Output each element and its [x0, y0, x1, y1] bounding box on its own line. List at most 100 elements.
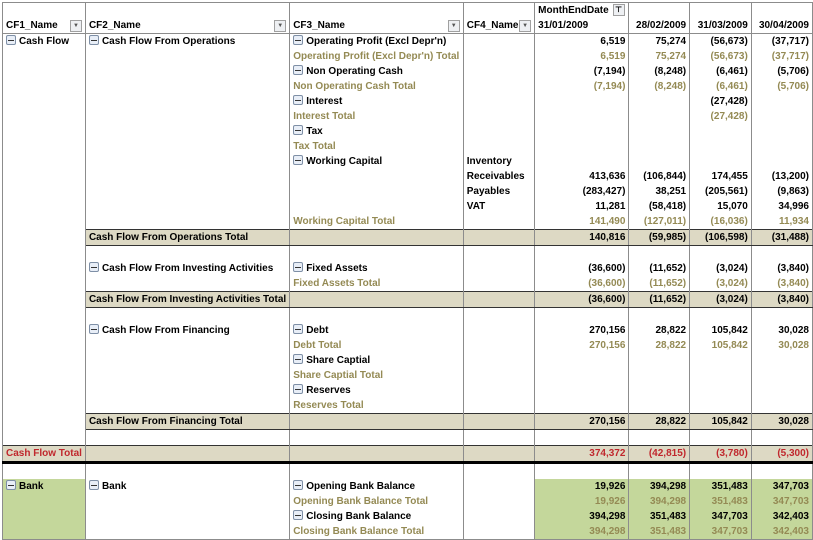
dropdown-arrow-icon[interactable]: ▼: [447, 19, 460, 32]
total-value[interactable]: 270,156: [534, 413, 630, 430]
value-cell[interactable]: 75,274: [628, 33, 691, 49]
total-value[interactable]: (11,652): [628, 291, 691, 308]
value-cell[interactable]: (106,844): [628, 169, 691, 184]
subtotal-value[interactable]: (3,840): [750, 276, 813, 292]
subtotal-value[interactable]: (56,673): [689, 49, 752, 64]
field-header-cf1[interactable]: CF1_Name ▼: [2, 18, 86, 34]
collapse-icon[interactable]: [88, 480, 99, 490]
row-label-cf3[interactable]: Working Capital: [289, 154, 464, 169]
total-value[interactable]: 30,028: [750, 413, 813, 430]
total-value[interactable]: 140,816: [534, 229, 630, 246]
value-cell[interactable]: 11,281: [534, 199, 630, 214]
value-cell[interactable]: (283,427): [534, 184, 630, 199]
collapse-icon[interactable]: [6, 480, 16, 490]
collapse-icon[interactable]: [293, 262, 304, 272]
row-label-cf2[interactable]: Cash Flow From Financing: [84, 323, 291, 338]
collapse-icon[interactable]: [88, 324, 99, 334]
subtotal-value[interactable]: (5,706): [750, 79, 813, 94]
row-label-cf3[interactable]: Non Operating Cash: [289, 64, 464, 79]
value-cell[interactable]: 347,703: [750, 479, 813, 494]
total-value[interactable]: (59,985): [628, 229, 691, 246]
subtotal-value[interactable]: 19,926: [534, 494, 630, 509]
subtotal-value[interactable]: (127,011): [628, 214, 691, 230]
row-label-cf2[interactable]: Cash Flow From Operations: [84, 33, 291, 49]
row-label-cf3[interactable]: Tax: [289, 124, 464, 139]
value-cell[interactable]: (11,652): [628, 261, 691, 276]
row-label-cf3[interactable]: Reserves: [289, 383, 464, 398]
subtotal-value[interactable]: (36,600): [534, 276, 630, 292]
subtotal-value[interactable]: 394,298: [534, 524, 630, 540]
collapse-icon[interactable]: [293, 35, 304, 45]
collapse-icon[interactable]: [293, 95, 304, 105]
collapse-icon[interactable]: [88, 262, 99, 272]
value-cell[interactable]: 38,251: [628, 184, 691, 199]
collapse-icon[interactable]: [293, 510, 304, 520]
row-label-cf3[interactable]: Operating Profit (Excl Depr'n): [289, 33, 464, 49]
value-cell[interactable]: [750, 154, 813, 169]
total-value[interactable]: (3,840): [750, 291, 813, 308]
row-label-cf4[interactable]: Inventory: [462, 154, 536, 169]
total-value[interactable]: (42,815): [628, 445, 691, 464]
collapse-icon[interactable]: [293, 480, 304, 490]
total-value[interactable]: (5,300): [750, 445, 813, 464]
field-header-cf3[interactable]: CF3_Name ▼: [289, 18, 464, 34]
collapse-icon[interactable]: [6, 35, 16, 45]
row-label-cf3[interactable]: Closing Bank Balance: [289, 509, 464, 524]
subtotal-value[interactable]: (7,194): [534, 79, 630, 94]
value-cell[interactable]: 351,483: [689, 479, 752, 494]
subtotal-value[interactable]: 394,298: [628, 494, 691, 509]
row-label-cf4[interactable]: Receivables: [462, 169, 536, 184]
value-cell[interactable]: (3,024): [689, 261, 752, 276]
value-cell[interactable]: (9,863): [750, 184, 813, 199]
value-cell[interactable]: (56,673): [689, 33, 752, 49]
subtotal-value[interactable]: 75,274: [628, 49, 691, 64]
total-value[interactable]: (36,600): [534, 291, 630, 308]
value-cell[interactable]: (13,200): [750, 169, 813, 184]
value-cell[interactable]: 394,298: [628, 479, 691, 494]
row-label-cf4[interactable]: VAT: [462, 199, 536, 214]
filter-icon[interactable]: ⊤: [612, 4, 625, 17]
dropdown-arrow-icon[interactable]: ▼: [274, 19, 287, 32]
subtotal-value[interactable]: (37,717): [750, 49, 813, 64]
value-cell[interactable]: 30,028: [750, 323, 813, 338]
subtotal-value[interactable]: 141,490: [534, 214, 630, 230]
value-cell[interactable]: [628, 94, 691, 109]
subtotal-value[interactable]: 28,822: [628, 338, 691, 353]
row-label-cf3[interactable]: Share Captial: [289, 353, 464, 368]
column-field-monthenddate[interactable]: MonthEndDate ⊤: [534, 2, 630, 18]
collapse-icon[interactable]: [293, 384, 304, 394]
dropdown-arrow-icon[interactable]: ▼: [69, 19, 82, 32]
row-label-cf3[interactable]: Opening Bank Balance: [289, 479, 464, 494]
value-cell[interactable]: 413,636: [534, 169, 630, 184]
collapse-icon[interactable]: [293, 354, 304, 364]
value-cell[interactable]: (6,461): [689, 64, 752, 79]
row-label-cf2[interactable]: Cash Flow From Investing Activities: [84, 261, 291, 276]
row-label-cf3[interactable]: Debt: [289, 323, 464, 338]
subtotal-value[interactable]: 270,156: [534, 338, 630, 353]
value-cell[interactable]: (205,561): [689, 184, 752, 199]
field-header-cf4[interactable]: CF4_Name ▼: [462, 18, 536, 34]
row-label-cf3[interactable]: Fixed Assets: [289, 261, 464, 276]
row-label-cf4[interactable]: Payables: [462, 184, 536, 199]
collapse-icon[interactable]: [88, 35, 99, 45]
collapse-icon[interactable]: [293, 324, 304, 334]
value-cell[interactable]: 347,703: [689, 509, 752, 524]
value-cell[interactable]: 351,483: [628, 509, 691, 524]
subtotal-value[interactable]: 351,483: [628, 524, 691, 540]
value-cell[interactable]: [534, 154, 630, 169]
subtotal-value[interactable]: 105,842: [689, 338, 752, 353]
row-label-cf1[interactable]: Bank: [2, 479, 86, 494]
value-cell[interactable]: (5,706): [750, 64, 813, 79]
subtotal-value[interactable]: 30,028: [750, 338, 813, 353]
total-value[interactable]: (3,024): [689, 291, 752, 308]
value-cell[interactable]: [534, 94, 630, 109]
collapse-icon[interactable]: [293, 125, 304, 135]
field-header-cf2[interactable]: CF2_Name ▼: [84, 18, 291, 34]
value-cell[interactable]: 28,822: [628, 323, 691, 338]
value-cell[interactable]: [750, 94, 813, 109]
row-label-cf2[interactable]: Bank: [84, 479, 291, 494]
value-cell[interactable]: 342,403: [750, 509, 813, 524]
subtotal-value[interactable]: [750, 109, 813, 124]
collapse-icon[interactable]: [293, 155, 304, 165]
total-value[interactable]: 28,822: [628, 413, 691, 430]
